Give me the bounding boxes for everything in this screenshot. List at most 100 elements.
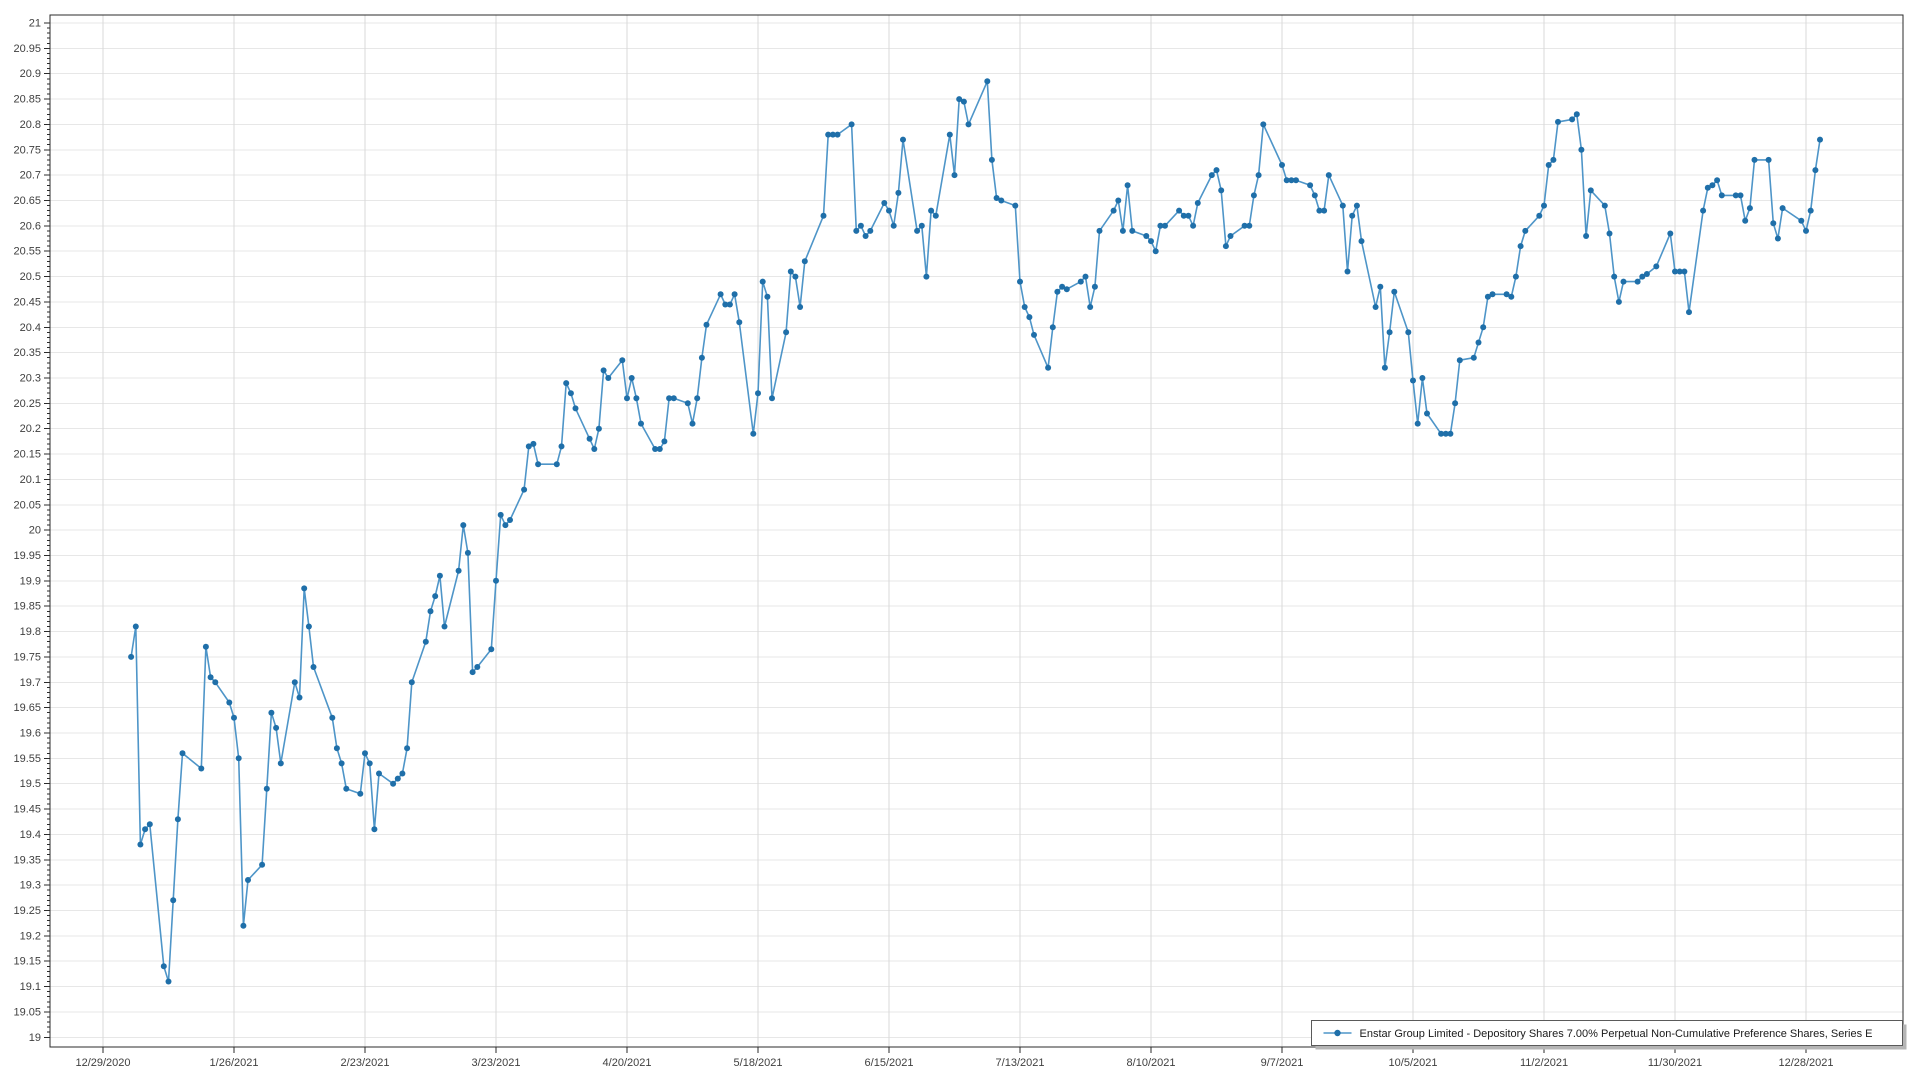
data-point[interactable] — [1321, 208, 1327, 214]
data-point[interactable] — [928, 208, 934, 214]
data-point[interactable] — [1176, 208, 1182, 214]
data-point[interactable] — [259, 862, 265, 868]
data-point[interactable] — [1700, 208, 1706, 214]
data-point[interactable] — [1681, 269, 1687, 275]
data-point[interactable] — [1312, 192, 1318, 198]
data-point[interactable] — [1045, 365, 1051, 371]
data-point[interactable] — [568, 390, 574, 396]
data-point[interactable] — [1588, 187, 1594, 193]
data-point[interactable] — [1752, 157, 1758, 163]
data-point[interactable] — [1476, 340, 1482, 346]
data-point[interactable] — [437, 573, 443, 579]
data-point[interactable] — [521, 487, 527, 493]
data-point[interactable] — [1452, 400, 1458, 406]
data-point[interactable] — [502, 522, 508, 528]
data-point[interactable] — [1017, 279, 1023, 285]
data-point[interactable] — [1218, 187, 1224, 193]
data-point[interactable] — [1424, 411, 1430, 417]
data-point[interactable] — [367, 760, 373, 766]
data-point[interactable] — [1817, 137, 1823, 143]
data-point[interactable] — [292, 679, 298, 685]
data-point[interactable] — [1307, 182, 1313, 188]
data-point[interactable] — [821, 213, 827, 219]
data-point[interactable] — [1092, 284, 1098, 290]
data-point[interactable] — [311, 664, 317, 670]
data-point[interactable] — [1377, 284, 1383, 290]
data-point[interactable] — [133, 624, 139, 630]
data-point[interactable] — [1391, 289, 1397, 295]
data-point[interactable] — [1195, 200, 1201, 206]
data-point[interactable] — [1578, 147, 1584, 153]
data-point[interactable] — [919, 223, 925, 229]
data-point[interactable] — [1667, 231, 1673, 237]
data-point[interactable] — [563, 380, 569, 386]
data-point[interactable] — [694, 395, 700, 401]
data-point[interactable] — [1709, 182, 1715, 188]
data-point[interactable] — [278, 760, 284, 766]
data-point[interactable] — [984, 78, 990, 84]
data-point[interactable] — [226, 700, 232, 706]
data-point[interactable] — [1078, 279, 1084, 285]
data-point[interactable] — [1419, 375, 1425, 381]
data-point[interactable] — [1555, 119, 1561, 125]
data-point[interactable] — [128, 654, 134, 660]
legend[interactable]: Enstar Group Limited - Depository Shares… — [1312, 1021, 1907, 1050]
data-point[interactable] — [465, 550, 471, 556]
data-point[interactable] — [1293, 177, 1299, 183]
data-point[interactable] — [493, 578, 499, 584]
data-point[interactable] — [1550, 157, 1556, 163]
data-point[interactable] — [923, 274, 929, 280]
data-point[interactable] — [208, 674, 214, 680]
data-point[interactable] — [390, 781, 396, 787]
data-point[interactable] — [1373, 304, 1379, 310]
data-point[interactable] — [760, 279, 766, 285]
data-point[interactable] — [1115, 198, 1121, 204]
data-point[interactable] — [1214, 167, 1220, 173]
data-point[interactable] — [530, 441, 536, 447]
data-point[interactable] — [329, 715, 335, 721]
data-point[interactable] — [1808, 208, 1814, 214]
data-point[interactable] — [633, 395, 639, 401]
data-point[interactable] — [1129, 228, 1135, 234]
data-point[interactable] — [474, 664, 480, 670]
data-point[interactable] — [395, 776, 401, 782]
data-point[interactable] — [334, 745, 340, 751]
data-point[interactable] — [573, 405, 579, 411]
data-point[interactable] — [1246, 223, 1252, 229]
data-point[interactable] — [699, 355, 705, 361]
data-point[interactable] — [900, 137, 906, 143]
data-point[interactable] — [1162, 223, 1168, 229]
data-point[interactable] — [1153, 248, 1159, 254]
data-point[interactable] — [147, 821, 153, 827]
data-point[interactable] — [535, 461, 541, 467]
data-point[interactable] — [245, 877, 251, 883]
data-point[interactable] — [442, 624, 448, 630]
data-point[interactable] — [339, 760, 345, 766]
data-point[interactable] — [1508, 294, 1514, 300]
data-point[interactable] — [1447, 431, 1453, 437]
data-point[interactable] — [952, 172, 958, 178]
data-point[interactable] — [1012, 203, 1018, 209]
data-point[interactable] — [142, 826, 148, 832]
data-point[interactable] — [1256, 172, 1262, 178]
data-point[interactable] — [629, 375, 635, 381]
data-point[interactable] — [399, 771, 405, 777]
data-point[interactable] — [1054, 289, 1060, 295]
data-point[interactable] — [273, 725, 279, 731]
data-point[interactable] — [638, 421, 644, 427]
data-point[interactable] — [1251, 192, 1257, 198]
data-point[interactable] — [1766, 157, 1772, 163]
data-point[interactable] — [1770, 220, 1776, 226]
data-point[interactable] — [1083, 274, 1089, 280]
data-point[interactable] — [596, 426, 602, 432]
data-point[interactable] — [175, 816, 181, 822]
data-point[interactable] — [1490, 291, 1496, 297]
data-point[interactable] — [1714, 177, 1720, 183]
data-point[interactable] — [1480, 324, 1486, 330]
data-point[interactable] — [1209, 172, 1215, 178]
data-point[interactable] — [1635, 279, 1641, 285]
data-point[interactable] — [1340, 203, 1346, 209]
data-point[interactable] — [1602, 203, 1608, 209]
data-point[interactable] — [671, 395, 677, 401]
data-point[interactable] — [1719, 192, 1725, 198]
